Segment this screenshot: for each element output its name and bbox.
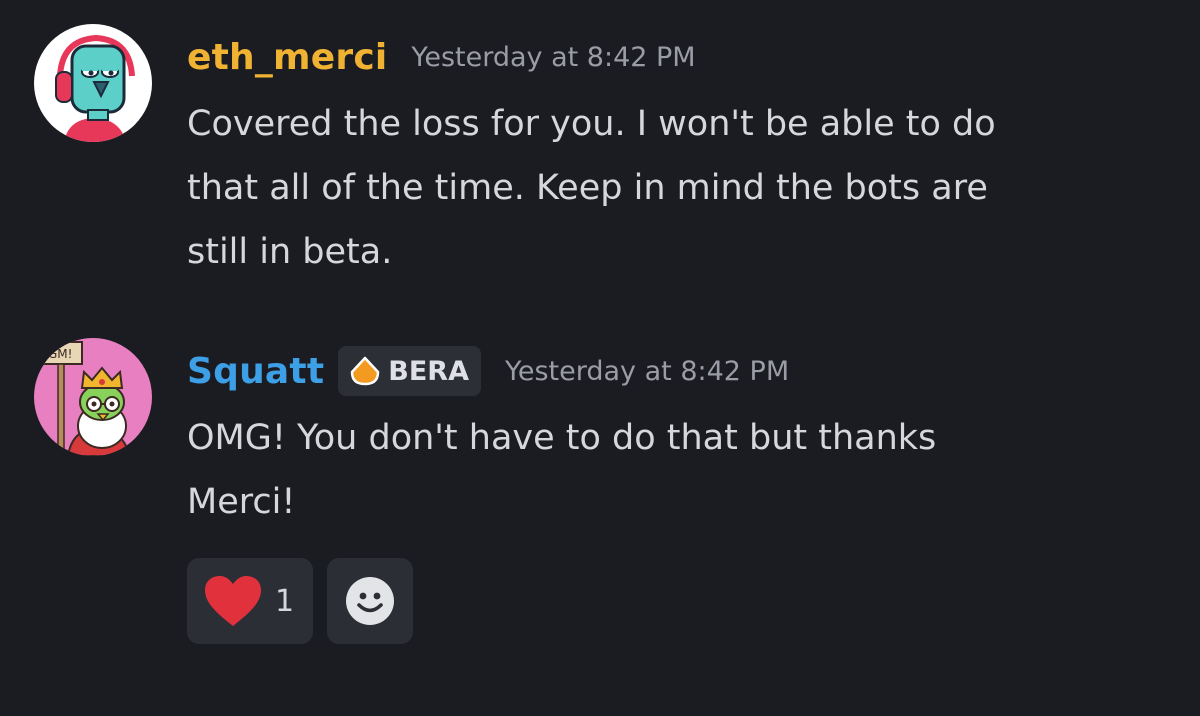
message-text: OMG! You don't have to do that but thank… (187, 406, 1167, 534)
timestamp: Yesterday at 8:42 PM (411, 41, 696, 73)
message-header: eth_merci Yesterday at 8:42 PM (187, 24, 1167, 90)
message-header: Squatt BERA Yesterday at 8:42 PM (187, 338, 1167, 404)
message-line: Merci! (187, 482, 296, 522)
username[interactable]: eth_merci (187, 37, 387, 78)
message-content: Squatt BERA Yesterday at 8:42 PM OMG! Yo… (187, 338, 1167, 644)
message-line: OMG! You don't have to do that but thank… (187, 418, 937, 458)
bera-drop-icon (351, 356, 380, 386)
add-reaction-smile-icon (346, 577, 394, 625)
timestamp: Yesterday at 8:42 PM (504, 355, 790, 387)
reaction-count: 1 (275, 583, 295, 619)
username[interactable]: Squatt (187, 351, 324, 392)
message-line: still in beta. (187, 232, 393, 272)
message-text: Covered the loss for you. I won't be abl… (187, 92, 1167, 284)
frog-king-avatar-icon[interactable]: GM! (34, 338, 152, 456)
reactions-bar: 1 (187, 558, 1167, 644)
server-tag-label: BERA (388, 355, 469, 387)
heart-reaction-button[interactable]: 1 (187, 558, 313, 644)
message-line: Covered the loss for you. I won't be abl… (187, 104, 996, 144)
server-tag-badge[interactable]: BERA (338, 346, 481, 396)
robot-avatar-icon[interactable] (34, 24, 152, 142)
message-line: that all of the time. Keep in mind the b… (187, 168, 988, 208)
chat-message-list: eth_merci Yesterday at 8:42 PM Covered t… (0, 0, 1200, 716)
message-content: eth_merci Yesterday at 8:42 PM Covered t… (187, 24, 1167, 284)
add-reaction-button[interactable] (327, 558, 413, 644)
heart-icon (205, 576, 261, 626)
svg-text:GM!: GM! (48, 347, 72, 361)
